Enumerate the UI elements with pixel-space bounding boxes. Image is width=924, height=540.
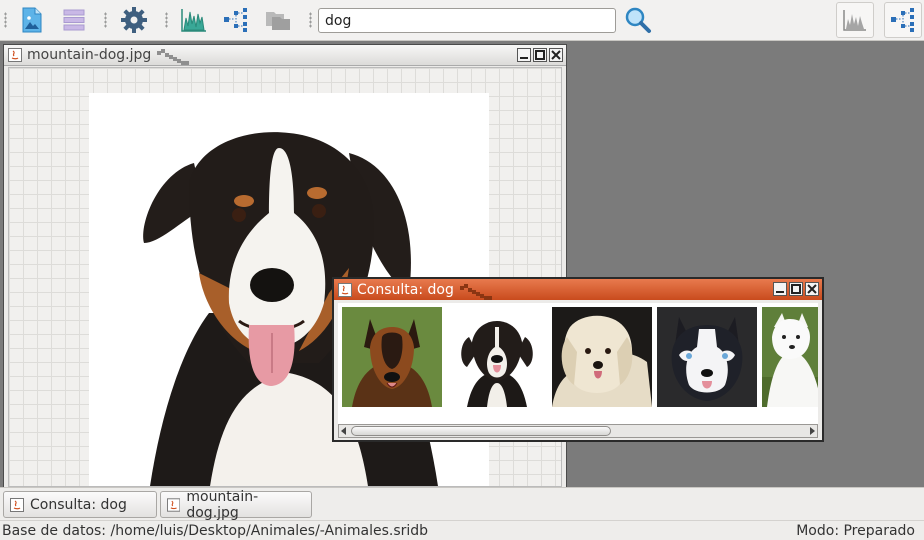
maximize-button[interactable] — [789, 282, 803, 296]
settings-gear-icon — [121, 7, 147, 33]
toolbar-grip-2[interactable] — [104, 12, 107, 28]
tree-graph-icon — [224, 8, 247, 32]
scrollbar-thumb[interactable] — [351, 426, 611, 436]
close-icon — [807, 284, 817, 294]
image-window-titlebar[interactable]: mountain-dog.jpg — [4, 45, 566, 66]
tree-graph-button[interactable] — [220, 4, 252, 36]
query-window[interactable]: Consulta: dog — [332, 277, 824, 442]
results-strip — [338, 303, 818, 425]
toolbar-grip-4[interactable] — [309, 12, 312, 28]
white-fluffy-dog-image — [552, 307, 652, 407]
husky-image — [657, 307, 757, 407]
query-window-title: Consulta: dog — [357, 281, 454, 298]
histogram-view-toggle[interactable] — [836, 2, 874, 38]
close-button[interactable] — [549, 48, 563, 62]
maximize-icon — [535, 50, 545, 60]
result-thumbnail-german-shepherd[interactable] — [342, 307, 442, 407]
histogram-button[interactable] — [178, 4, 210, 36]
scroll-left-arrow[interactable] — [341, 427, 346, 435]
maximize-button[interactable] — [533, 48, 547, 62]
settings-button[interactable] — [118, 4, 150, 36]
result-thumbnail-white-spitz[interactable] — [762, 307, 818, 407]
minimize-button[interactable] — [517, 48, 531, 62]
desktop-pane: mountain-dog.jpg Consulta: dog — [0, 41, 924, 488]
image-window-title: mountain-dog.jpg — [27, 47, 152, 63]
scroll-right-arrow[interactable] — [810, 427, 815, 435]
window-taskbar: Consulta: dog mountain-dog.jpg — [0, 487, 924, 521]
close-icon — [551, 50, 561, 60]
java-icon — [10, 497, 24, 512]
search-input[interactable] — [318, 8, 616, 33]
close-button[interactable] — [805, 282, 819, 296]
result-thumbnail-husky[interactable] — [657, 307, 757, 407]
task-button-label: mountain-dog.jpg — [186, 488, 259, 521]
results-horizontal-scrollbar[interactable] — [338, 424, 818, 438]
bernese-puppy-image — [447, 307, 547, 407]
minimize-icon — [520, 57, 528, 59]
toolbar-grip[interactable] — [4, 12, 7, 28]
database-list-button[interactable] — [58, 4, 90, 36]
titlebar-decoration — [459, 284, 492, 300]
java-icon — [338, 282, 352, 297]
database-path-label: Base de datos: /home/luis/Desktop/Animal… — [2, 523, 429, 539]
java-icon — [8, 48, 22, 62]
minimize-button[interactable] — [773, 282, 787, 296]
result-thumbnail-white-fluffy-dog[interactable] — [552, 307, 652, 407]
toolbar-grip-3[interactable] — [165, 12, 168, 28]
tree-view-toggle[interactable] — [884, 2, 922, 38]
search-icon — [625, 7, 651, 33]
open-image-button[interactable] — [16, 4, 48, 36]
main-toolbar — [0, 0, 924, 41]
task-button-image[interactable]: mountain-dog.jpg — [160, 488, 312, 521]
minimize-icon — [776, 291, 784, 293]
task-button-query[interactable]: Consulta: dog — [3, 491, 157, 518]
histogram-icon — [181, 9, 206, 32]
titlebar-decoration — [157, 49, 190, 65]
open-image-icon — [22, 7, 42, 33]
database-list-icon — [63, 9, 85, 31]
folders-button[interactable] — [262, 4, 294, 36]
mode-label: Modo: Preparado — [796, 523, 915, 539]
white-spitz-image — [762, 307, 818, 407]
histogram-view-icon — [843, 10, 866, 31]
java-icon — [167, 497, 181, 512]
result-thumbnail-bernese-puppy[interactable] — [447, 307, 547, 407]
task-button-label: Consulta: dog — [30, 496, 127, 513]
status-bar: Base de datos: /home/luis/Desktop/Animal… — [0, 520, 924, 540]
tree-view-icon — [891, 8, 914, 32]
maximize-icon — [791, 284, 801, 294]
german-shepherd-image — [342, 307, 442, 407]
search-button[interactable] — [622, 4, 654, 36]
query-window-titlebar[interactable]: Consulta: dog — [334, 279, 822, 300]
folders-icon — [266, 12, 290, 30]
